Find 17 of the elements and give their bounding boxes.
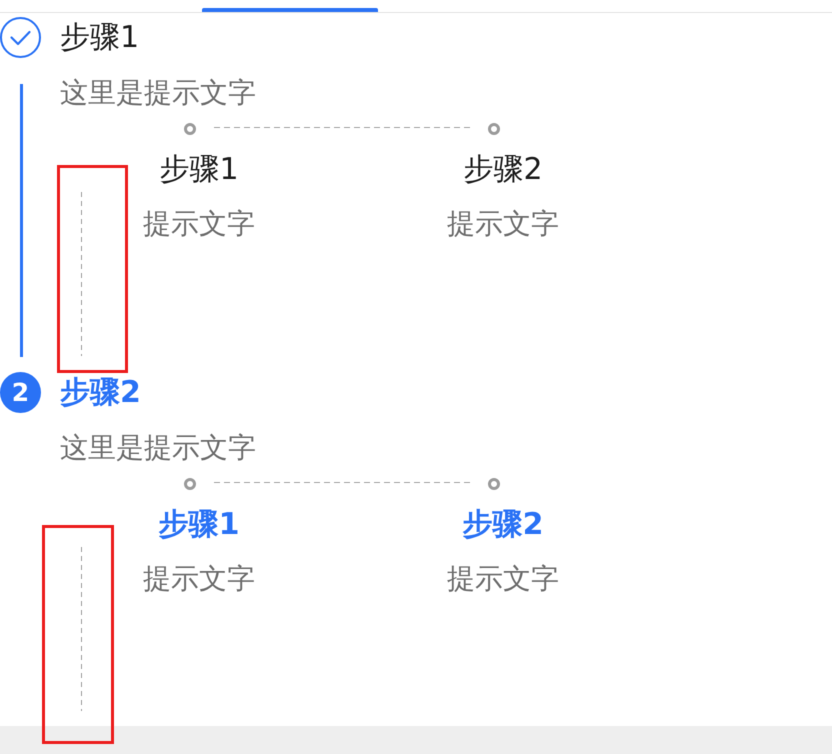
ring-dot-icon: [184, 478, 196, 490]
step-title: 步骤1: [60, 19, 140, 57]
step-description: 这里是提示文字: [60, 76, 256, 110]
ring-dot-icon: [184, 123, 196, 135]
substep-description: 提示文字: [447, 562, 559, 596]
step-number: 2: [0, 372, 41, 413]
step-description: 这里是提示文字: [60, 431, 256, 465]
substep-title: 步骤2: [463, 152, 543, 188]
ring-dot-icon: [488, 478, 500, 490]
substep-description: 提示文字: [143, 207, 255, 241]
substep-title: 步骤2: [462, 507, 544, 543]
substep-title: 步骤1: [158, 507, 240, 543]
substep-title: 步骤1: [159, 152, 239, 188]
step-title: 步骤2: [60, 374, 141, 412]
substep-description: 提示文字: [143, 562, 255, 596]
substep-description: 提示文字: [447, 207, 559, 241]
ring-dot-icon: [488, 123, 500, 135]
